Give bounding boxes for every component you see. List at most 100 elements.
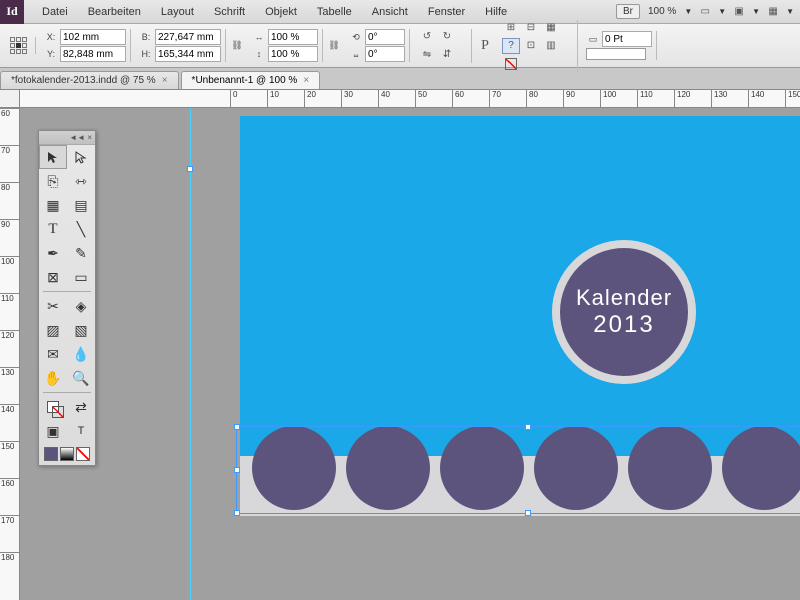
note-tool[interactable]: ✉ — [39, 342, 67, 366]
stroke-style[interactable] — [586, 48, 646, 60]
paragraph-icon[interactable]: P — [476, 38, 494, 54]
dot-circle[interactable] — [346, 426, 430, 510]
type-tool[interactable]: T — [39, 217, 67, 241]
rect-tool[interactable]: ▭ — [67, 265, 95, 289]
close-icon[interactable]: × — [162, 75, 168, 86]
line-tool[interactable]: ╲ — [67, 217, 95, 241]
dot-circle[interactable] — [534, 426, 618, 510]
screen-mode-icon[interactable]: ▣ — [730, 4, 748, 20]
panel-header[interactable]: ◄◄ × — [39, 131, 95, 145]
title-line2: 2013 — [593, 311, 654, 339]
x-input[interactable] — [60, 29, 126, 45]
apply-fill-container[interactable]: ▣ — [39, 419, 67, 443]
menu-tabelle[interactable]: Tabelle — [307, 6, 362, 18]
selection-tool[interactable] — [39, 145, 67, 169]
center-content-icon[interactable]: ⊡ — [522, 38, 540, 54]
flip-v-icon[interactable]: ⇵ — [438, 47, 456, 63]
page-tool[interactable]: ⎘ — [39, 169, 67, 193]
rotate-icon: ⟲ — [349, 30, 363, 44]
h-label: H: — [139, 47, 153, 61]
pencil-tool[interactable]: ✎ — [67, 241, 95, 265]
apply-none[interactable] — [76, 447, 90, 461]
ruler-origin[interactable] — [0, 90, 20, 108]
rotate-input[interactable] — [365, 29, 405, 45]
fit-frame-icon[interactable]: ⊟ — [522, 20, 540, 36]
scissors-tool[interactable]: ✂ — [39, 294, 67, 318]
scalex-input[interactable] — [268, 29, 318, 45]
dot-circle[interactable] — [252, 426, 336, 510]
close-icon[interactable]: × — [303, 75, 309, 86]
view-mode-icon[interactable]: ▭ — [696, 4, 714, 20]
frame-tool[interactable]: ⊠ — [39, 265, 67, 289]
menu-layout[interactable]: Layout — [151, 6, 204, 18]
guide-handle[interactable] — [187, 166, 193, 172]
pen-tool[interactable]: ✒ — [39, 241, 67, 265]
w-input[interactable] — [155, 29, 221, 45]
free-transform-tool[interactable]: ◈ — [67, 294, 95, 318]
link-scale-icon[interactable]: ⛓ — [327, 39, 341, 53]
w-label: B: — [139, 30, 153, 44]
no-fill-icon[interactable] — [502, 56, 520, 72]
bridge-button[interactable]: Br — [616, 4, 640, 19]
shear-input[interactable] — [365, 46, 405, 62]
dot-circle[interactable] — [628, 426, 712, 510]
ref-point-grid[interactable] — [6, 37, 36, 54]
direct-select-tool[interactable] — [67, 145, 95, 169]
shear-icon: ⧢ — [349, 47, 363, 61]
tools-panel: ◄◄ × ⎘ ⇿ ▦ ▤ T ╲ ✒ ✎ ⊠ ▭ ✂ ◈ ▨ ▧ ✉ 💧 — [38, 130, 96, 466]
fit-prop-icon[interactable]: ▥ — [542, 38, 560, 54]
stroke-input[interactable] — [602, 31, 652, 47]
menu-ansicht[interactable]: Ansicht — [362, 6, 418, 18]
scaley-input[interactable] — [268, 46, 318, 62]
zoom-level[interactable]: 100 % — [644, 6, 680, 17]
h-input[interactable] — [155, 46, 221, 62]
gradient-feather-tool[interactable]: ▧ — [67, 318, 95, 342]
dot-circle[interactable] — [440, 426, 524, 510]
dot-circle[interactable] — [722, 426, 800, 510]
apply-gradient[interactable] — [60, 447, 74, 461]
scaley-icon: ↕ — [252, 47, 266, 61]
x-label: X: — [44, 30, 58, 44]
rotate-cw-icon[interactable]: ↻ — [438, 29, 456, 45]
menu-bar: Id Datei Bearbeiten Layout Schrift Objek… — [0, 0, 800, 24]
default-fill-stroke[interactable] — [39, 395, 67, 419]
fit-content-icon[interactable]: ⊞ — [502, 20, 520, 36]
ruler-vertical[interactable]: 60708090100110120130140150160170180 — [0, 108, 20, 600]
content-placer-tool[interactable]: ▤ — [67, 193, 95, 217]
apply-color[interactable] — [44, 447, 58, 461]
rotate-ccw-icon[interactable]: ↺ — [418, 29, 436, 45]
arrange-icon[interactable]: ▦ — [764, 4, 782, 20]
workspace: 0102030405060708090100110120130140150 60… — [0, 90, 800, 600]
menu-datei[interactable]: Datei — [32, 6, 78, 18]
menu-schrift[interactable]: Schrift — [204, 6, 255, 18]
fill-frame-icon[interactable]: ▦ — [542, 20, 560, 36]
swap-fill-stroke[interactable]: ⇄ — [67, 395, 95, 419]
eyedropper-tool[interactable]: 💧 — [67, 342, 95, 366]
link-wh-icon[interactable]: ⛓ — [230, 39, 244, 53]
ruler-horizontal[interactable]: 0102030405060708090100110120130140150 — [20, 90, 800, 108]
canvas[interactable]: Kalender 2013 ◄◄ × ⎘ ⇿ ▦ ▤ T — [20, 108, 800, 600]
flip-h-icon[interactable]: ⇋ — [418, 47, 436, 63]
apply-fill-text[interactable]: T — [67, 419, 95, 443]
content-collector-tool[interactable]: ▦ — [39, 193, 67, 217]
control-bar: X: Y: B: H: ⛓ ↔ ↕ ⛓ ⟲ ⧢ ↺ ↻ ⇋ ⇵ P ⊞ ⊟ ▦ … — [0, 24, 800, 68]
menu-hilfe[interactable]: Hilfe — [475, 6, 517, 18]
title-circle[interactable]: Kalender 2013 — [560, 248, 688, 376]
tab-0[interactable]: *fotokalender-2013.indd @ 75 %× — [0, 71, 179, 89]
y-input[interactable] — [60, 46, 126, 62]
menu-bearbeiten[interactable]: Bearbeiten — [78, 6, 151, 18]
help-icon[interactable]: ? — [502, 38, 520, 54]
page-background — [240, 116, 800, 456]
document-tabs: *fotokalender-2013.indd @ 75 %× *Unbenan… — [0, 68, 800, 90]
gap-tool[interactable]: ⇿ — [67, 169, 95, 193]
title-line1: Kalender — [576, 285, 672, 311]
gradient-swatch-tool[interactable]: ▨ — [39, 318, 67, 342]
stroke-icon: ▭ — [586, 32, 600, 46]
zoom-tool[interactable]: 🔍 — [67, 366, 95, 390]
app-icon: Id — [0, 0, 24, 24]
guide-line[interactable] — [190, 108, 191, 600]
tab-1[interactable]: *Unbenannt-1 @ 100 %× — [181, 71, 321, 89]
hand-tool[interactable]: ✋ — [39, 366, 67, 390]
menu-fenster[interactable]: Fenster — [418, 6, 475, 18]
menu-objekt[interactable]: Objekt — [255, 6, 307, 18]
